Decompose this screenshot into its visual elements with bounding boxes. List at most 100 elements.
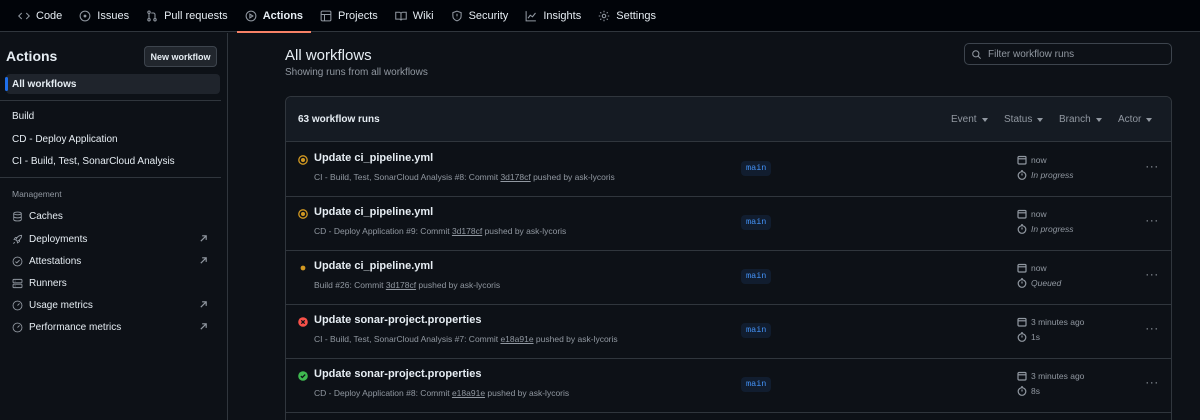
kebab-menu-icon[interactable]: ··· (1144, 268, 1160, 282)
event-filter-dropdown[interactable]: Event (951, 114, 988, 125)
workflow-run-row[interactable]: Update sonar-project.properties CD - Dep… (286, 359, 1171, 413)
run-count: 63 workflow runs (298, 114, 380, 125)
workflow-run-row[interactable]: Update ci_pipeline.yml Build #26: Commit… (286, 251, 1171, 305)
workflow-runs-panel: 63 workflow runs Event Status Branch Act… (285, 96, 1172, 420)
sidebar-divider (0, 177, 221, 178)
external-link-icon (200, 235, 207, 242)
sidebar-item-deployments[interactable]: Deployments (6, 229, 220, 249)
run-time: now (1017, 209, 1047, 219)
kebab-menu-icon[interactable]: ··· (1144, 160, 1160, 174)
sidebar-item-ci-build[interactable]: CI - Build, Test, SonarCloud Analysis (6, 151, 220, 171)
sidebar-item-cd-deploy[interactable]: CD - Deploy Application (6, 129, 220, 149)
status-filter-dropdown[interactable]: Status (1004, 114, 1044, 125)
branch-label[interactable]: main (741, 161, 772, 176)
book-icon (395, 11, 407, 21)
run-time: 3 minutes ago (1017, 317, 1084, 327)
run-time: 3 minutes ago (1017, 371, 1084, 381)
kebab-menu-icon[interactable]: ··· (1144, 376, 1160, 390)
branch-label[interactable]: main (741, 323, 772, 338)
run-title[interactable]: Update ci_pipeline.yml (314, 206, 433, 218)
run-meta: CI - Build, Test, SonarCloud Analysis #7… (314, 334, 618, 344)
page-subtitle: Showing runs from all workflows (285, 67, 428, 78)
sidebar-item-label: CD - Deploy Application (12, 133, 118, 145)
tab-security[interactable]: Security (443, 0, 517, 32)
tab-label: Pull requests (164, 9, 228, 22)
sidebar-item-usage-metrics[interactable]: Usage metrics (6, 295, 220, 315)
pull-request-icon (147, 10, 157, 21)
branch-label[interactable]: main (741, 377, 772, 392)
tab-settings[interactable]: Settings (590, 0, 664, 32)
actor-filter-dropdown[interactable]: Actor (1118, 114, 1153, 125)
tab-projects[interactable]: Projects (312, 0, 386, 32)
sidebar-item-runners[interactable]: Runners (6, 273, 220, 293)
run-state: In progress (1017, 224, 1074, 234)
workflow-run-row[interactable]: Update ci_pipeline.yml CD - Deploy Appli… (286, 197, 1171, 251)
sidebar-item-all-workflows[interactable]: All workflows (5, 74, 220, 94)
caret-down-icon (1037, 117, 1044, 122)
x-circle-icon (298, 317, 308, 327)
sidebar-item-label: Runners (29, 277, 67, 289)
branch-filter-dropdown[interactable]: Branch (1059, 114, 1102, 125)
actor-filter-label: Actor (1118, 114, 1142, 125)
tab-issues[interactable]: Issues (71, 0, 137, 32)
sidebar-item-caches[interactable]: Caches (6, 206, 220, 226)
workflow-run-row[interactable]: Update sonar-project.properties CI - Bui… (286, 305, 1171, 359)
run-state: In progress (1017, 170, 1074, 180)
run-meta-text: CD - Deploy Application #9: Commit (314, 226, 452, 236)
page-title: All workflows (285, 47, 372, 64)
tab-label: Wiki (412, 9, 434, 22)
sidebar-item-performance-metrics[interactable]: Performance metrics (6, 317, 220, 337)
commit-link[interactable]: 3d178cf (452, 226, 482, 236)
check-circle-fill-icon (298, 371, 308, 381)
search-icon (972, 49, 981, 59)
filter-runs-input[interactable] (988, 48, 1168, 60)
run-title[interactable]: Update sonar-project.properties (314, 368, 481, 380)
sidebar-item-label: Caches (29, 210, 63, 222)
sidebar-item-build[interactable]: Build (6, 106, 220, 126)
sidebar-item-label: Usage metrics (29, 299, 93, 311)
commit-link[interactable]: 3d178cf (500, 172, 530, 182)
run-meta-text: CI - Build, Test, SonarCloud Analysis #7… (314, 334, 501, 344)
sidebar-item-label: All workflows (12, 78, 77, 90)
branch-label[interactable]: main (741, 269, 772, 284)
tab-insights[interactable]: Insights (517, 0, 589, 32)
kebab-menu-icon[interactable]: ··· (1144, 214, 1160, 228)
tab-pull-requests[interactable]: Pull requests (138, 0, 236, 32)
tab-label: Projects (338, 9, 378, 22)
run-state-text: Queued (1031, 278, 1062, 288)
sidebar-item-attestations[interactable]: Attestations (6, 251, 220, 271)
run-meta: CD - Deploy Application #8: Commit e18a9… (314, 388, 569, 398)
sidebar-item-label: Attestations (29, 255, 82, 267)
tab-wiki[interactable]: Wiki (387, 0, 442, 32)
tab-actions[interactable]: Actions (236, 0, 312, 33)
graph-icon (525, 10, 537, 21)
run-title[interactable]: Update sonar-project.properties (314, 314, 481, 326)
run-meta: CD - Deploy Application #9: Commit 3d178… (314, 226, 566, 236)
commit-link[interactable]: e18a91e (452, 388, 485, 398)
sidebar-title: Actions (6, 48, 58, 64)
tab-label: Settings (616, 9, 656, 22)
filter-runs-field[interactable] (964, 43, 1172, 65)
tab-label: Security (468, 9, 509, 22)
branch-label[interactable]: main (741, 215, 772, 230)
run-state: Queued (1017, 278, 1061, 288)
commit-link[interactable]: 3d178cf (386, 280, 416, 290)
run-title[interactable]: Update ci_pipeline.yml (314, 260, 433, 272)
run-state-text: In progress (1031, 170, 1074, 180)
run-duration-text: 8s (1031, 386, 1040, 396)
sidebar-item-label: CI - Build, Test, SonarCloud Analysis (12, 155, 175, 167)
tab-code[interactable]: Code (10, 0, 70, 32)
workflow-run-row[interactable]: Update ci_pipeline.yml CI - Build, Test,… (286, 143, 1171, 197)
meter-icon (12, 322, 23, 332)
calendar-icon (1017, 263, 1027, 273)
server-icon (12, 278, 23, 288)
repo-nav: Code Issues Pull requests Actions Projec… (0, 0, 1200, 33)
new-workflow-button[interactable]: New workflow (144, 46, 217, 67)
commit-link[interactable]: e18a91e (500, 334, 533, 344)
caret-down-icon (1095, 117, 1102, 122)
kebab-menu-icon[interactable]: ··· (1144, 322, 1160, 336)
calendar-icon (1017, 371, 1027, 381)
sidebar-divider (0, 100, 221, 101)
actions-sidebar: Actions New workflow All workflows Build… (0, 33, 228, 420)
run-title[interactable]: Update ci_pipeline.yml (314, 152, 433, 164)
